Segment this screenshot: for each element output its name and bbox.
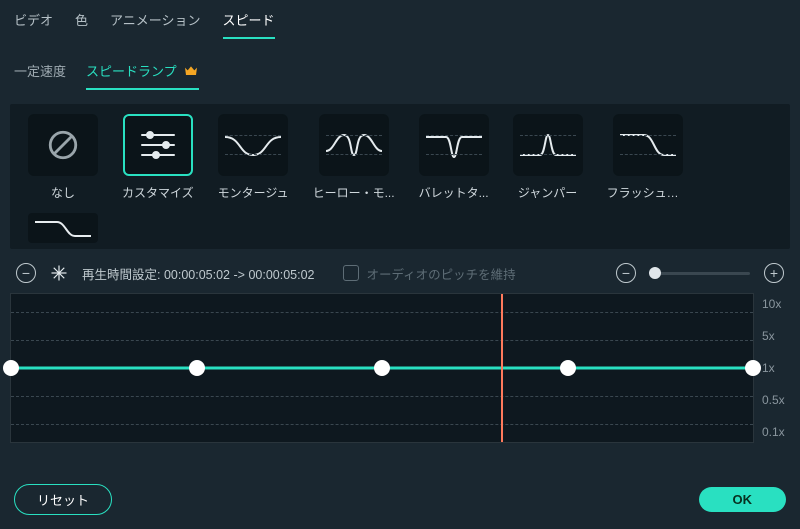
zoom-out-button[interactable]: − bbox=[616, 263, 636, 283]
preset-jumper[interactable]: ジャンパー bbox=[513, 114, 583, 201]
curve-montage-icon bbox=[223, 125, 283, 165]
subtab-constant-speed[interactable]: 一定速度 bbox=[14, 61, 66, 90]
preset-row-2 bbox=[16, 201, 784, 243]
controls-row: − 再生時間設定: 00:00:05:02 -> 00:00:05:02 オーデ… bbox=[0, 249, 800, 293]
crown-icon bbox=[183, 63, 199, 79]
ylabel-5x: 5x bbox=[762, 329, 790, 343]
curve-bullet-icon bbox=[424, 125, 484, 165]
none-icon bbox=[46, 128, 80, 162]
top-tabs: ビデオ 色 アニメーション スピード bbox=[0, 0, 800, 39]
preset-row: なし カスタマイズ モンタージュ bbox=[16, 114, 784, 201]
curve-extra-icon bbox=[33, 216, 93, 240]
tab-speed[interactable]: スピード bbox=[223, 10, 275, 39]
ok-button[interactable]: OK bbox=[699, 487, 787, 512]
speed-graph[interactable] bbox=[10, 293, 754, 443]
zoom-slider[interactable] bbox=[650, 272, 750, 275]
preset-none[interactable]: なし bbox=[28, 114, 98, 201]
preset-montage-label: モンタージュ bbox=[218, 184, 289, 201]
speed-graph-wrap: 10x 5x 1x 0.5x 0.1x bbox=[10, 293, 790, 443]
keyframe-1[interactable] bbox=[3, 360, 19, 376]
preset-none-label: なし bbox=[51, 184, 75, 201]
keyframe-4[interactable] bbox=[560, 360, 576, 376]
curve-flashin-icon bbox=[618, 125, 678, 165]
pitch-checkbox[interactable] bbox=[343, 265, 359, 281]
keyframe-3[interactable] bbox=[374, 360, 390, 376]
duration-arrow: -> bbox=[234, 268, 245, 282]
preset-hero[interactable]: ヒーロー・モ... bbox=[313, 114, 395, 201]
subtab-speed-ramp-label: スピードランプ bbox=[86, 61, 177, 80]
preset-bullet-label: バレットタ... bbox=[419, 184, 489, 201]
footer: リセット OK bbox=[0, 474, 800, 529]
remove-keyframe-button[interactable]: − bbox=[16, 263, 36, 283]
duration-text: 再生時間設定: 00:00:05:02 -> 00:00:05:02 bbox=[82, 264, 315, 283]
ylabel-10x: 10x bbox=[762, 297, 790, 311]
curve-jumper-icon bbox=[518, 125, 578, 165]
speed-sub-tabs: 一定速度 スピードランプ bbox=[0, 39, 800, 90]
ylabel-01x: 0.1x bbox=[762, 425, 790, 439]
sliders-icon bbox=[138, 129, 178, 161]
curve-hero-icon bbox=[324, 125, 384, 165]
preset-panel: なし カスタマイズ モンタージュ bbox=[10, 104, 790, 249]
preset-montage[interactable]: モンタージュ bbox=[218, 114, 289, 201]
preset-customize-label: カスタマイズ bbox=[122, 184, 194, 201]
pitch-label: オーディオのピッチを維持 bbox=[367, 264, 516, 283]
tab-color[interactable]: 色 bbox=[75, 10, 88, 39]
playhead[interactable] bbox=[501, 294, 503, 442]
zoom-slider-thumb[interactable] bbox=[649, 267, 661, 279]
freeze-frame-icon[interactable] bbox=[50, 264, 68, 282]
reset-button[interactable]: リセット bbox=[14, 484, 112, 515]
pitch-checkbox-wrap[interactable]: オーディオのピッチを維持 bbox=[343, 264, 516, 283]
preset-customize[interactable]: カスタマイズ bbox=[122, 114, 194, 201]
keyframe-5[interactable] bbox=[745, 360, 761, 376]
ylabel-1x: 1x bbox=[762, 361, 790, 375]
keyframe-2[interactable] bbox=[189, 360, 205, 376]
preset-flashin[interactable]: フラッシュイン bbox=[607, 114, 689, 201]
zoom-in-button[interactable]: + bbox=[764, 263, 784, 283]
preset-jumper-label: ジャンパー bbox=[518, 184, 577, 201]
duration-to: 00:00:05:02 bbox=[248, 268, 314, 282]
subtab-speed-ramp[interactable]: スピードランプ bbox=[86, 61, 199, 90]
preset-hero-label: ヒーロー・モ... bbox=[313, 184, 395, 201]
ylabel-05x: 0.5x bbox=[762, 393, 790, 407]
tab-video[interactable]: ビデオ bbox=[14, 10, 53, 39]
preset-bullet[interactable]: バレットタ... bbox=[419, 114, 489, 201]
duration-from: 00:00:05:02 bbox=[164, 268, 230, 282]
tab-animation[interactable]: アニメーション bbox=[110, 10, 200, 39]
preset-flashin-label: フラッシュイン bbox=[607, 184, 689, 201]
preset-extra[interactable] bbox=[28, 213, 98, 243]
duration-label: 再生時間設定: bbox=[82, 268, 160, 282]
